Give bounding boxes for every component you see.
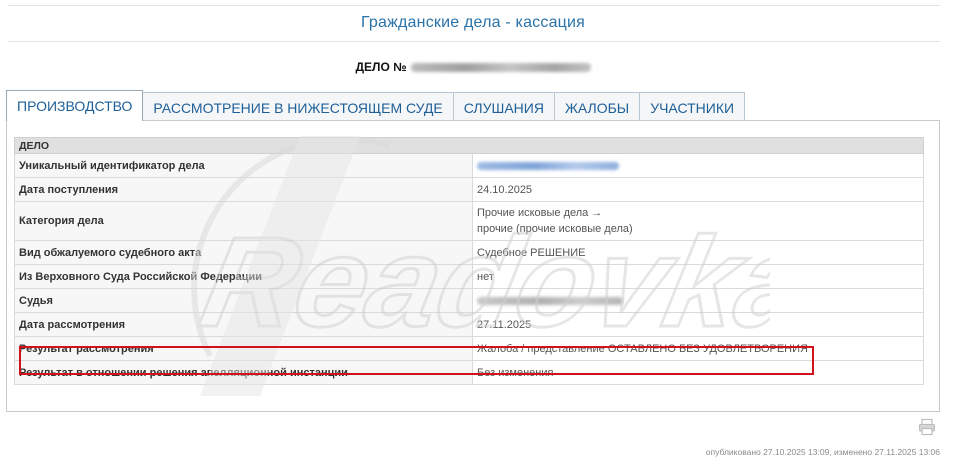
table-row: Категория дела Прочие исковые дела → про… — [14, 201, 924, 241]
table-row: Уникальный идентификатор дела — [14, 153, 924, 178]
row-label: Уникальный идентификатор дела — [14, 153, 473, 178]
table-row: Вид обжалуемого судебного акта Судебное … — [14, 240, 924, 265]
row-value — [472, 288, 924, 313]
row-value: Прочие исковые дела → прочие (прочие иск… — [472, 201, 924, 241]
case-number-label: ДЕЛО № — [355, 60, 407, 74]
table-row: Судья — [14, 288, 924, 313]
table-row: Результат в отношении решения апелляцион… — [14, 360, 924, 385]
redacted-case-id — [477, 161, 619, 170]
row-value-line: прочие (прочие исковые дела) — [477, 223, 633, 235]
table-row: Из Верховного Суда Российской Федерации … — [14, 264, 924, 289]
row-value: Без изменения — [472, 360, 924, 385]
row-value: 24.10.2025 — [472, 177, 924, 202]
table-header: ДЕЛО — [14, 137, 924, 154]
title-divider — [8, 41, 940, 42]
redacted-judge-name — [477, 296, 623, 305]
tab-appeals[interactable]: ЖАЛОБЫ — [553, 92, 641, 121]
top-divider — [8, 5, 940, 6]
table-header-row: ДЕЛО — [14, 137, 924, 154]
table-row: Дата поступления 24.10.2025 — [14, 177, 924, 202]
table-row-result: Результат рассмотрения Жалоба / представ… — [14, 336, 924, 361]
row-label: Результат рассмотрения — [14, 336, 473, 361]
row-label: Дата рассмотрения — [14, 312, 473, 337]
row-label: Судья — [14, 288, 473, 313]
redacted-case-number — [410, 63, 591, 73]
page-title: Гражданские дела - кассация — [360, 14, 586, 31]
row-value — [472, 153, 924, 178]
row-label: Дата поступления — [14, 177, 473, 202]
row-label: Результат в отношении решения апелляцион… — [14, 360, 473, 385]
row-value: Судебное РЕШЕНИЕ — [472, 240, 924, 265]
row-value: 27.11.2025 — [472, 312, 924, 337]
row-value: Жалоба / представление ОСТАВЛЕНО БЕЗ УДО… — [472, 336, 924, 361]
table-row: Дата рассмотрения 27.11.2025 — [14, 312, 924, 337]
printer-icon[interactable] — [918, 418, 936, 436]
row-label: Вид обжалуемого судебного акта — [14, 240, 473, 265]
row-value: нет — [472, 264, 924, 289]
row-label: Из Верховного Суда Российской Федерации — [14, 264, 473, 289]
publication-meta: опубликовано 27.10.2025 13:09, изменено … — [705, 447, 940, 457]
tab-hearings[interactable]: СЛУШАНИЯ — [452, 92, 555, 121]
row-value-line: Прочие исковые дела → — [477, 207, 603, 219]
case-number: ДЕЛО № — [0, 60, 946, 74]
tab-proceedings[interactable]: ПРОИЗВОДСТВО — [6, 90, 144, 121]
tab-bar: ПРОИЗВОДСТВО РАССМОТРЕНИЕ В НИЖЕСТОЯЩЕМ … — [6, 90, 746, 121]
row-label: Категория дела — [14, 201, 473, 241]
tab-lower-court[interactable]: РАССМОТРЕНИЕ В НИЖЕСТОЯЩЕМ СУДЕ — [142, 92, 454, 121]
case-info-table: ДЕЛО Уникальный идентификатор дела Дата … — [14, 137, 924, 385]
tab-participants[interactable]: УЧАСТНИКИ — [639, 92, 746, 121]
